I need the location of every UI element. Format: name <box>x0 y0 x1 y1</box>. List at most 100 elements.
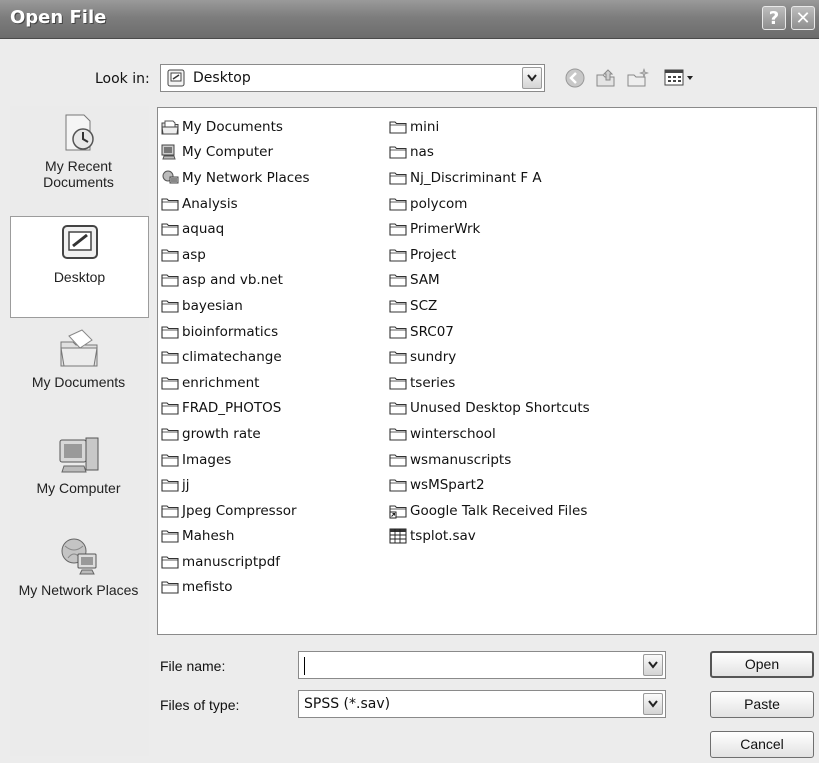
file-list-item[interactable]: growth rate <box>161 421 310 447</box>
folder-icon <box>389 221 407 237</box>
folder-icon <box>161 221 179 237</box>
file-list-item[interactable]: manuscriptpdf <box>161 549 310 575</box>
file-list-item[interactable]: aquaq <box>161 216 310 242</box>
place-my-computer[interactable]: My Computer <box>10 434 147 534</box>
folder-icon <box>161 375 179 391</box>
file-list-item[interactable]: mefisto <box>161 575 310 601</box>
file-list-item[interactable]: Jpeg Compressor <box>161 498 310 524</box>
file-list-item[interactable]: polycom <box>389 191 590 217</box>
file-list-item[interactable]: Images <box>161 447 310 473</box>
folder-icon <box>389 196 407 212</box>
file-list-item-label: PrimerWrk <box>410 221 481 238</box>
file-list-item[interactable]: asp and vb.net <box>161 268 310 294</box>
file-list-item-label: asp and vb.net <box>182 272 283 289</box>
place-my-documents[interactable]: My Documents <box>10 328 147 428</box>
desktop-icon <box>61 225 98 259</box>
file-list-item-label: climatechange <box>182 349 282 366</box>
title-bar: Open File ? ✕ <box>0 0 819 39</box>
open-button[interactable]: Open <box>710 651 814 678</box>
place-recent-documents[interactable]: My Recent Documents <box>10 112 147 212</box>
file-list-item-label: winterschool <box>410 425 496 442</box>
folder-icon <box>389 426 407 442</box>
file-list-item[interactable]: Project <box>389 242 590 268</box>
file-list-item-label: asp <box>182 246 206 263</box>
file-list-item[interactable]: Nj_Discriminant F A <box>389 165 590 191</box>
place-desktop[interactable]: Desktop <box>10 216 149 318</box>
file-list-item[interactable]: mini <box>389 114 590 140</box>
file-list-item-label: mini <box>410 118 440 135</box>
file-list-item[interactable]: My Computer <box>161 140 310 166</box>
file-list-item-label: SAM <box>410 272 440 289</box>
file-list-item[interactable]: tseries <box>389 370 590 396</box>
file-list-item[interactable]: Mahesh <box>161 524 310 550</box>
recent-documents-icon <box>65 114 94 151</box>
my-computer-icon <box>59 437 98 473</box>
place-my-network-places[interactable]: My Network Places <box>10 536 147 656</box>
file-list-item[interactable]: Google Talk Received Files <box>389 498 590 524</box>
up-folder-icon[interactable] <box>594 66 618 90</box>
place-label: My Recent Documents <box>43 158 114 190</box>
look-in-dropdown[interactable]: Desktop <box>160 64 545 92</box>
folder-icon <box>389 375 407 391</box>
new-folder-icon[interactable] <box>626 66 650 90</box>
file-list-item[interactable]: tsplot.sav <box>389 524 590 550</box>
folder-icon <box>389 272 407 288</box>
file-list-item[interactable]: wsmanuscripts <box>389 447 590 473</box>
place-label: Desktop <box>53 269 106 285</box>
file-list[interactable]: My Documents My Computer My Network Places… <box>157 107 817 635</box>
file-list-item[interactable]: SRC07 <box>389 319 590 345</box>
file-list-item-label: Unused Desktop Shortcuts <box>410 400 590 417</box>
file-list-item[interactable]: My Network Places <box>161 165 310 191</box>
file-list-item-label: sundry <box>410 349 457 366</box>
file-list-item[interactable]: PrimerWrk <box>389 216 590 242</box>
file-list-item[interactable]: My Documents <box>161 114 310 140</box>
file-list-item[interactable]: winterschool <box>389 421 590 447</box>
folder-icon <box>161 554 179 570</box>
file-list-item[interactable]: Unused Desktop Shortcuts <box>389 396 590 422</box>
file-list-item[interactable]: bayesian <box>161 293 310 319</box>
file-list-item[interactable]: FRAD_PHOTOS <box>161 396 310 422</box>
file-list-item[interactable]: asp <box>161 242 310 268</box>
file-name-dropdown-arrow[interactable] <box>643 654 663 676</box>
help-button[interactable]: ? <box>762 6 786 30</box>
file-name-input[interactable] <box>298 651 666 679</box>
file-type-dropdown-arrow[interactable] <box>643 693 663 715</box>
file-list-item[interactable]: wsMSpart2 <box>389 472 590 498</box>
file-list-item[interactable]: Analysis <box>161 191 310 217</box>
file-list-item[interactable]: bioinformatics <box>161 319 310 345</box>
folder-icon <box>389 400 407 416</box>
file-list-item-label: SCZ <box>410 297 438 314</box>
cancel-button[interactable]: Cancel <box>710 731 814 758</box>
file-list-item[interactable]: nas <box>389 140 590 166</box>
folder-icon <box>389 452 407 468</box>
paste-button[interactable]: Paste <box>710 691 814 718</box>
place-label: My Network Places <box>18 582 139 598</box>
file-list-item[interactable]: sundry <box>389 344 590 370</box>
file-list-item[interactable]: enrichment <box>161 370 310 396</box>
file-list-item[interactable]: jj <box>161 472 310 498</box>
look-in-dropdown-arrow[interactable] <box>522 67 542 89</box>
folder-icon <box>161 400 179 416</box>
file-list-item-label: FRAD_PHOTOS <box>182 400 282 417</box>
file-list-item-label: tsplot.sav <box>410 528 476 545</box>
sav-file-icon <box>389 528 407 544</box>
file-list-item-label: mefisto <box>182 579 233 596</box>
file-list-item-label: polycom <box>410 195 468 212</box>
folder-icon <box>161 503 179 519</box>
back-icon[interactable] <box>563 66 587 90</box>
file-list-item[interactable]: SAM <box>389 268 590 294</box>
file-type-dropdown[interactable]: SPSS (*.sav) <box>298 690 666 718</box>
my-documents-icon <box>59 329 98 367</box>
folder-icon <box>389 349 407 365</box>
file-type-value: SPSS (*.sav) <box>304 696 391 712</box>
text-caret <box>304 657 305 675</box>
window-title: Open File <box>10 7 107 28</box>
close-button[interactable]: ✕ <box>791 6 815 30</box>
file-list-item-label: Project <box>410 246 457 263</box>
file-list-item[interactable]: climatechange <box>161 344 310 370</box>
folder-icon <box>161 579 179 595</box>
file-list-item[interactable]: SCZ <box>389 293 590 319</box>
view-menu-icon[interactable] <box>663 66 703 90</box>
file-list-item-label: nas <box>410 144 434 161</box>
file-list-item-label: tseries <box>410 374 456 391</box>
